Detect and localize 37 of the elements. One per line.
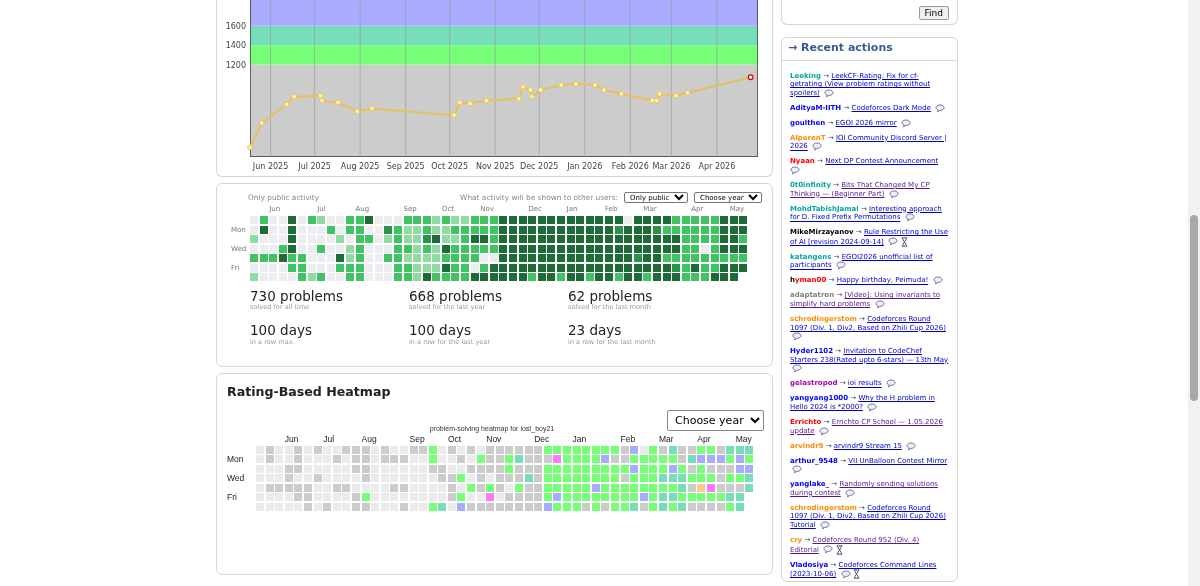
stat-value: 100 days — [409, 323, 472, 339]
month-label: Dec — [534, 434, 550, 444]
stat-value: 23 days — [568, 323, 622, 339]
axis-label: Sep 2025 — [386, 162, 425, 171]
axis-label: Oct 2025 — [431, 162, 469, 171]
month-label: Sep — [409, 434, 425, 444]
axis-label: Jun 2025 — [252, 162, 289, 171]
stat-value: 730 problems — [250, 288, 344, 304]
axis-label: 1600 — [225, 21, 246, 31]
stat-value: 668 problems — [409, 288, 503, 304]
section-title: → Recent actions — [782, 38, 957, 61]
day-label: Mon — [227, 454, 244, 465]
month-label: Aug — [361, 434, 377, 444]
month-label: Nov — [486, 434, 502, 444]
axis-label: 1400 — [225, 41, 246, 51]
month-label: Jan — [572, 434, 587, 444]
stat-value: 62 problems — [568, 288, 654, 304]
day-label: Fri — [227, 492, 237, 503]
section-title: Rating-Based Heatmap — [227, 383, 392, 402]
axis-label: Apr 2026 — [698, 162, 736, 171]
axis-label: Feb 2026 — [611, 162, 649, 171]
axis-label: Aug 2025 — [340, 162, 380, 171]
axis-label: Nov 2025 — [475, 162, 515, 171]
month-label: Mar — [658, 434, 674, 444]
month-label: Apr — [697, 434, 711, 444]
month-label: Jun — [284, 434, 299, 444]
axis-label: Mar 2026 — [652, 162, 691, 171]
axis-label: Jul 2025 — [298, 162, 331, 171]
day-label: Wed — [227, 473, 245, 484]
stat-value: 100 days — [250, 323, 313, 339]
axis-label: Jan 2026 — [567, 162, 603, 171]
month-label: May — [735, 434, 752, 444]
axis-label: 1200 — [225, 60, 246, 70]
month-label: Oct — [447, 434, 462, 444]
axis-label: Dec 2025 — [520, 162, 559, 171]
month-label: Jul — [323, 434, 335, 444]
month-label: Feb — [620, 434, 636, 444]
